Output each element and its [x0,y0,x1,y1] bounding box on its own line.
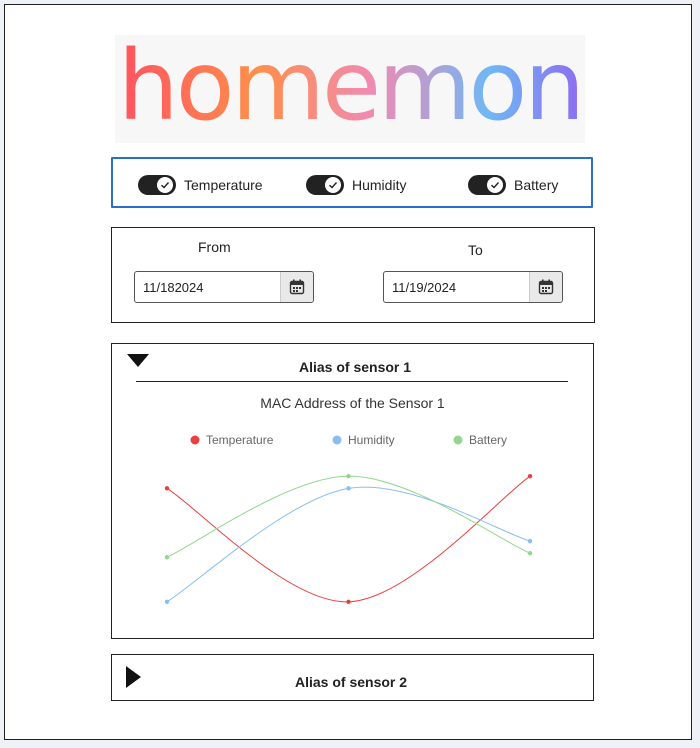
toggle-switch[interactable] [138,175,176,195]
caret-down-icon[interactable] [127,354,149,373]
toggle-label: Humidity [352,177,407,193]
app-frame: homemon Temperature Humidity Battery Fro… [4,4,692,740]
legend-marker [453,435,463,445]
to-label: To [468,242,483,258]
from-date-value: 11/182024 [143,280,204,295]
homemon-logo: homemon [115,35,585,143]
from-label: From [198,239,231,255]
check-icon [487,177,503,193]
toggle-switch[interactable] [468,175,506,195]
legend-label: Humidity [348,433,395,447]
sensor-2-alias[interactable]: Alias of sensor 2 [295,674,407,690]
calendar-icon[interactable] [280,272,313,302]
caret-right-icon[interactable] [126,666,142,693]
sensor-1-mac-address: MAC Address of the Sensor 1 [260,395,445,411]
temperature-toggle[interactable]: Temperature [138,174,263,196]
data-point[interactable] [346,599,351,605]
calendar-icon[interactable] [529,272,562,302]
data-point[interactable] [164,555,170,560]
check-icon [157,177,173,193]
humidity-toggle[interactable]: Humidity [306,174,406,196]
sensor-2-panel: Alias of sensor 2 [111,654,594,701]
data-point[interactable] [346,473,351,479]
divider [136,381,568,382]
toggle-switch[interactable] [306,175,344,195]
svg-text:homemon: homemon [118,35,582,142]
to-date-input[interactable]: 11/19/2024 [383,271,563,303]
from-date-input[interactable]: 11/182024 [134,271,314,303]
series-line [166,486,531,603]
legend-item[interactable]: Battery [453,433,508,447]
legend-label: Temperature [206,433,274,447]
data-point[interactable] [527,550,533,556]
data-point[interactable] [164,599,170,605]
legend-marker [190,435,200,445]
legend-label: Battery [469,433,507,447]
data-point[interactable] [346,486,351,491]
sensor-1-alias[interactable]: Alias of sensor 1 [299,359,411,375]
sensor-1-chart: Temperature Humidity Battery [164,433,533,605]
legend-item[interactable]: Humidity [332,433,395,447]
series-line [166,475,531,603]
legend-item[interactable]: Temperature [190,433,274,447]
legend-marker [332,435,342,445]
sensor-1-panel: Alias of sensor 1 MAC Address of the Sen… [111,343,594,639]
date-range-panel: From To 11/182024 11/19/2024 [111,227,595,323]
toggle-label: Battery [514,177,559,193]
check-icon [325,177,341,193]
data-point[interactable] [527,538,533,544]
to-date-value: 11/19/2024 [392,280,457,295]
data-point[interactable] [164,486,170,491]
toggle-label: Temperature [184,177,263,193]
battery-toggle[interactable]: Battery [468,174,558,196]
series-toggle-bar: Temperature Humidity Battery [111,157,593,208]
data-point[interactable] [527,473,533,479]
